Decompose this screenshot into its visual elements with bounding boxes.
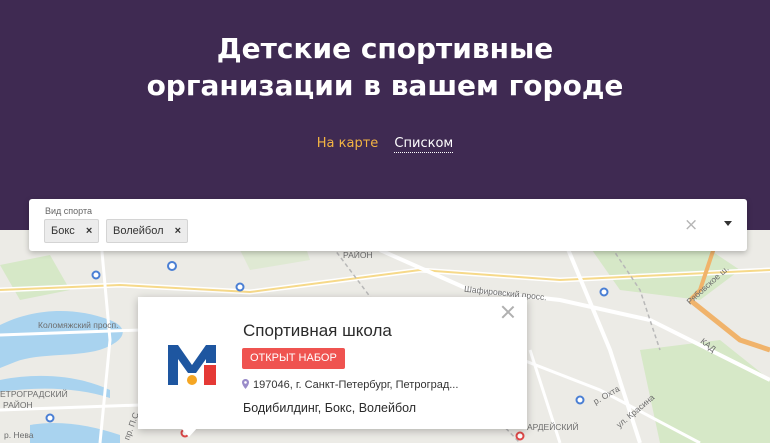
caret-down-icon[interactable]	[724, 221, 732, 226]
filter-chip-label: Бокс	[51, 225, 75, 237]
filter-chip-volleyball: Волейбол ×	[106, 219, 188, 243]
view-toggle: На карте Списком	[0, 136, 770, 153]
map-label-petrograd-2: РАЙОН	[3, 400, 33, 410]
close-icon[interactable]	[501, 305, 515, 319]
organization-address: 197046, г. Санкт-Петербург, Петроград...	[242, 379, 458, 391]
remove-chip-icon[interactable]: ×	[175, 225, 181, 237]
filter-chip-label: Волейбол	[113, 225, 164, 237]
organization-title[interactable]: Спортивная школа	[243, 321, 392, 341]
organization-popup-card[interactable]: Спортивная школа ОТКРЫТ НАБОР 197046, г.…	[138, 297, 527, 429]
view-map-tab[interactable]: На карте	[317, 136, 379, 151]
location-pin-icon	[242, 379, 249, 389]
status-badge: ОТКРЫТ НАБОР	[242, 348, 345, 369]
map-label-kolomyazh: Коломяжский просп.	[38, 320, 119, 330]
hero-section: Детские спортивные организации в вашем г…	[0, 0, 770, 230]
address-text: 197046, г. Санкт-Петербург, Петроград...	[253, 379, 459, 391]
page-title-line-1: Детские спортивные	[216, 32, 554, 65]
map-label-rayon: РАЙОН	[343, 250, 373, 260]
popup-pointer	[180, 427, 198, 437]
page-title-line-2: организации в вашем городе	[146, 69, 624, 102]
map-label-petrograd-1: ЕТРОГРАДСКИЙ	[0, 389, 68, 399]
remove-chip-icon[interactable]: ×	[86, 225, 92, 237]
view-list-tab[interactable]: Списком	[394, 136, 454, 153]
filter-chip-boxing: Бокс ×	[44, 219, 100, 243]
organization-sports: Бодибилдинг, Бокс, Волейбол	[243, 401, 417, 415]
map-label-vardeisky: АРДЕЙСКИЙ	[527, 422, 579, 432]
filter-label: Вид спорта	[45, 206, 92, 216]
map-label-neva: р. Нева	[4, 430, 34, 440]
page-title: Детские спортивные организации в вашем г…	[0, 30, 770, 104]
sport-type-filter[interactable]: Вид спорта Бокс × Волейбол × ×	[29, 199, 747, 251]
clear-filter-icon[interactable]: ×	[684, 215, 698, 235]
organization-logo	[168, 345, 216, 385]
